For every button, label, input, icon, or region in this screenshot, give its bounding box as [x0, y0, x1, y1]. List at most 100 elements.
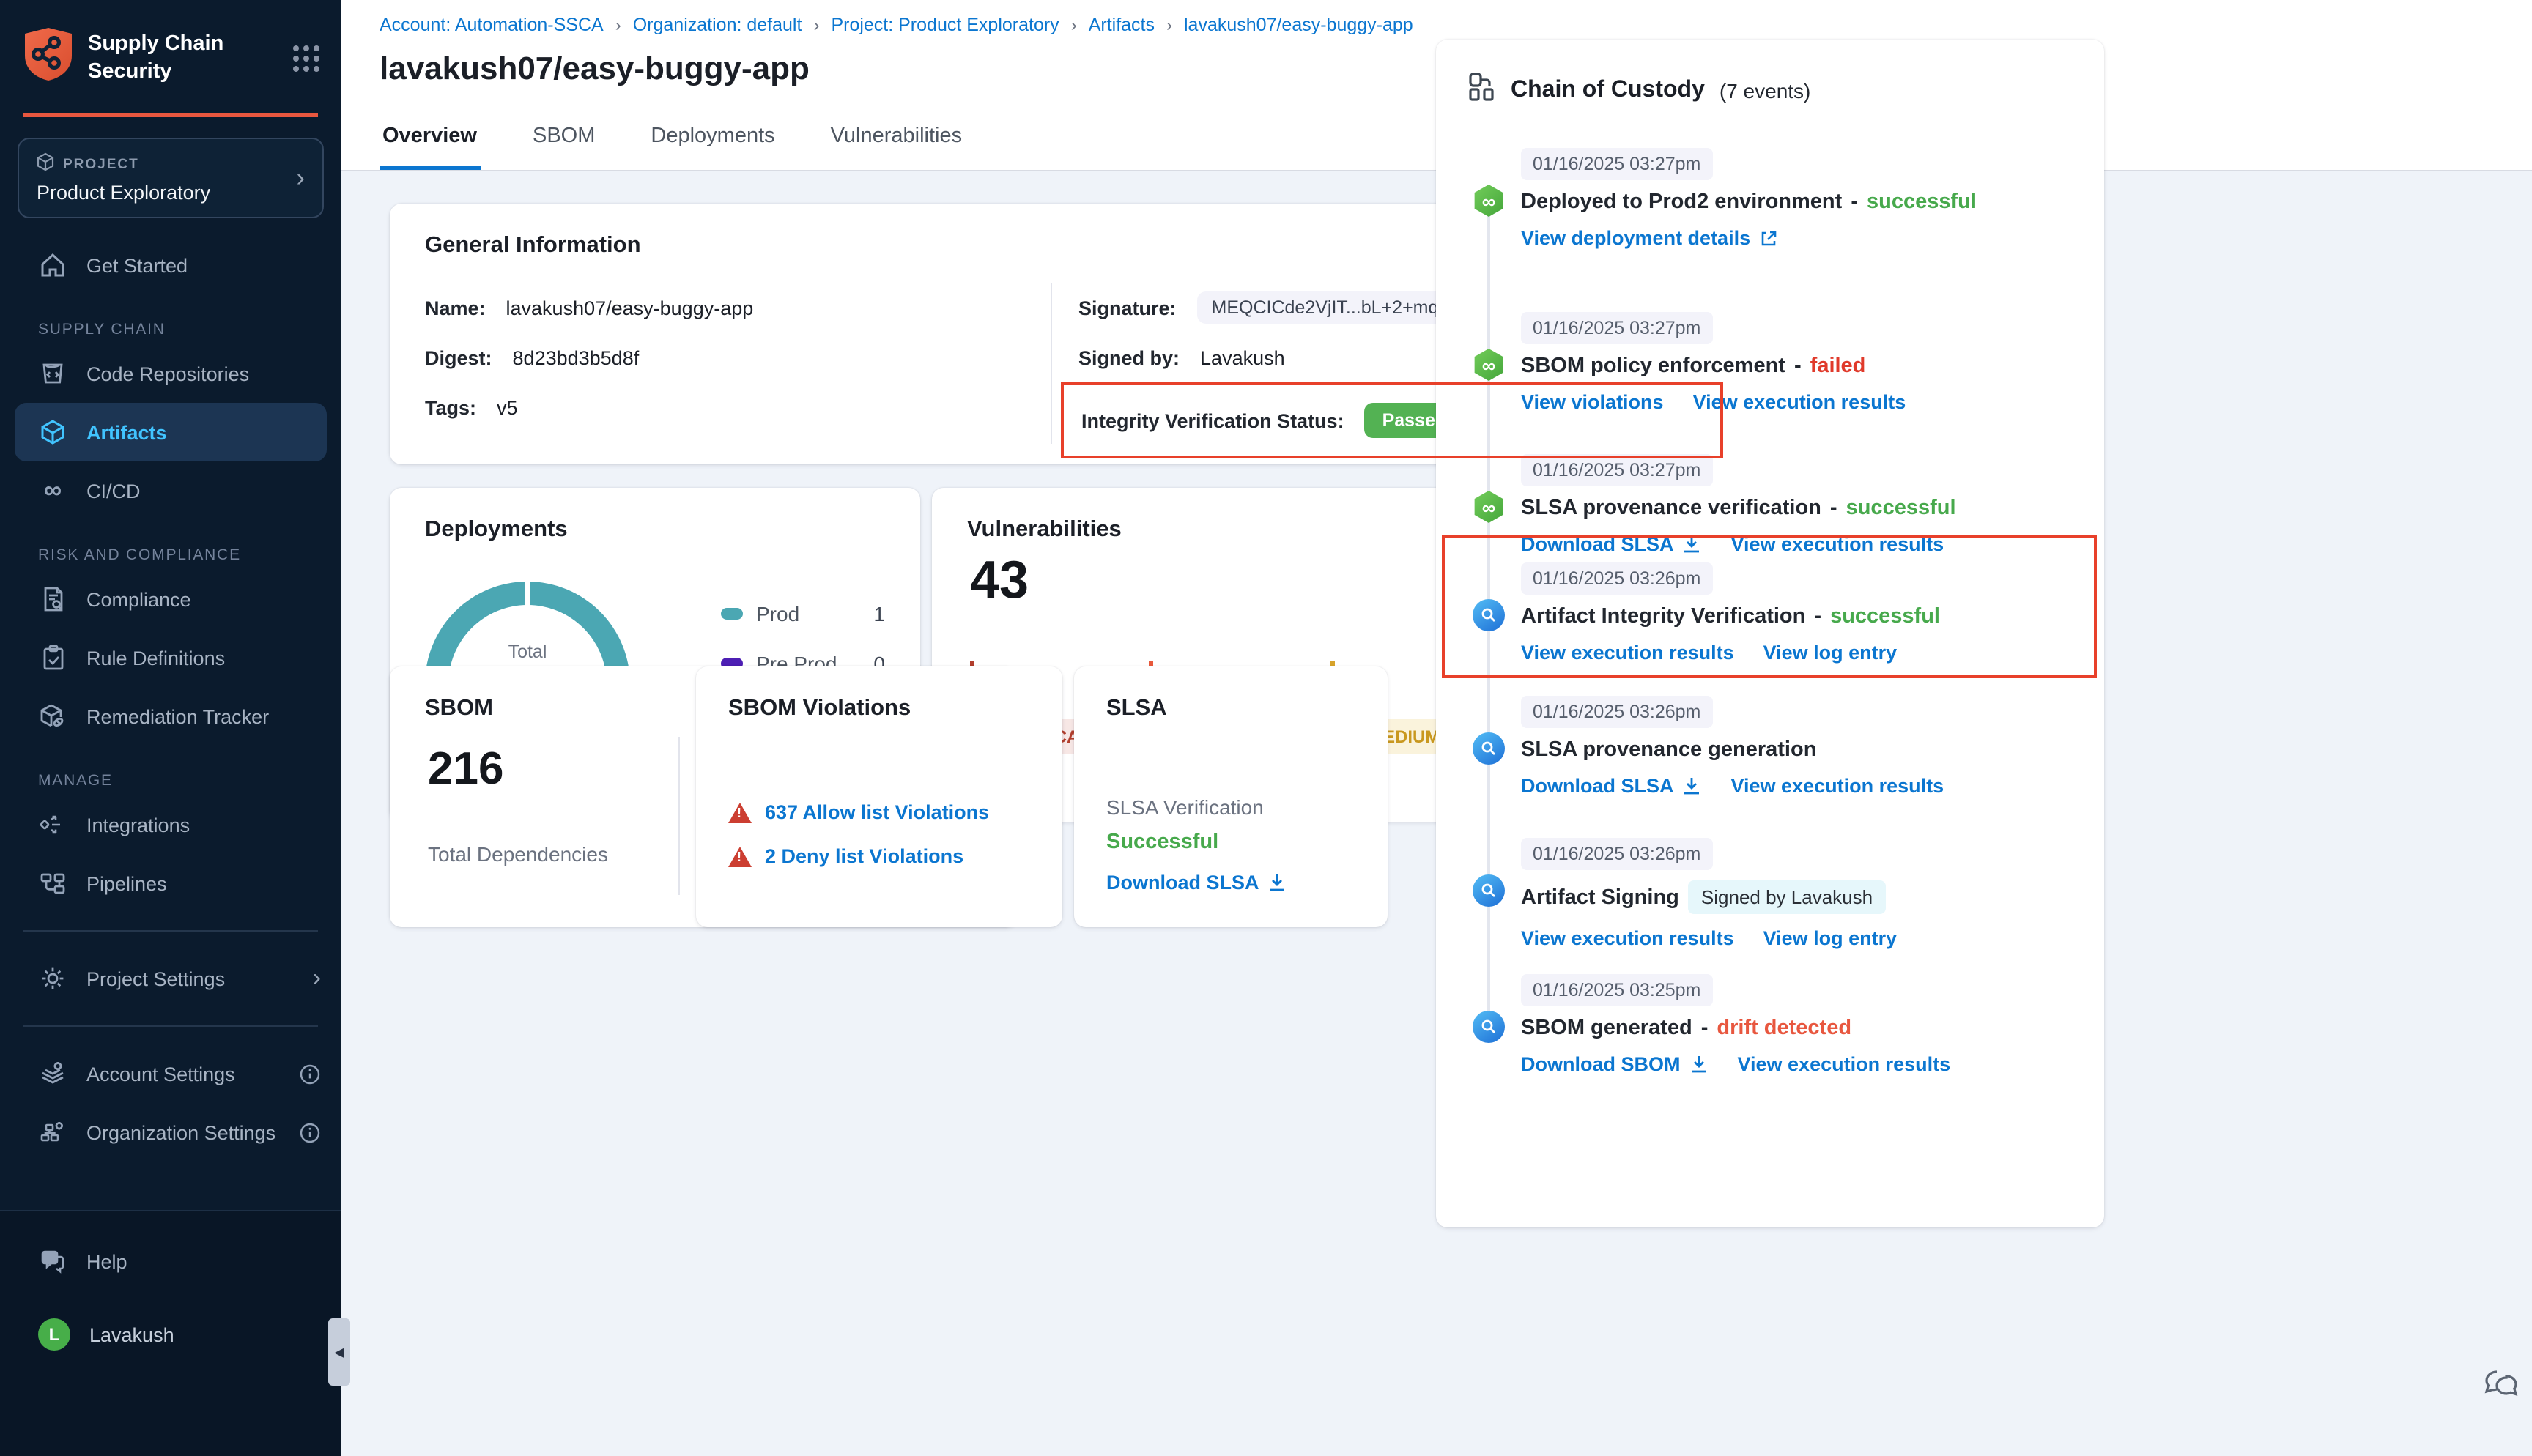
project-selector-label: PROJECT: [63, 156, 139, 172]
vulnerabilities-total: 43: [970, 549, 1029, 611]
breadcrumb-project[interactable]: Project: Product Exploratory: [831, 15, 1059, 35]
card-title: Deployments: [425, 517, 568, 543]
sidebar-item-organization-settings[interactable]: Organization Settings: [0, 1103, 341, 1162]
view-execution-results-link[interactable]: View execution results: [1738, 1053, 1951, 1075]
layers-gear-icon: [38, 1061, 67, 1087]
download-slsa-link[interactable]: Download SLSA: [1521, 775, 1702, 797]
info-icon[interactable]: [299, 1063, 321, 1085]
event-status: drift detected: [1717, 1017, 1851, 1040]
sidebar-item-code-repositories[interactable]: Code Repositories: [0, 344, 341, 403]
info-icon[interactable]: [299, 1121, 321, 1143]
sidebar-item-integrations[interactable]: Integrations: [0, 795, 341, 854]
view-violations-link[interactable]: View violations: [1521, 391, 1664, 413]
event-status: failed: [1810, 354, 1866, 378]
tab-vulnerabilities[interactable]: Vulnerabilities: [828, 110, 965, 170]
breadcrumb-separator: ›: [615, 15, 621, 35]
chain-of-custody-icon: [1468, 72, 1496, 110]
sidebar-nav: Get Started SUPPLY CHAIN Code Repositori…: [0, 236, 341, 1162]
chain-event: 01/16/2025 03:25pm SBOM generated-drift …: [1471, 974, 2084, 1075]
download-icon: [1683, 535, 1702, 554]
name-label: Name:: [425, 297, 486, 319]
project-selector-value: Product Exploratory: [37, 182, 297, 204]
document-search-icon: [38, 586, 67, 612]
sidebar-item-get-started[interactable]: Get Started: [0, 236, 341, 294]
digest-value: 8d23bd3b5d8f: [513, 347, 640, 369]
sidebar-item-cicd[interactable]: ∞ CI/CD: [0, 461, 341, 520]
download-sbom-link[interactable]: Download SBOM: [1521, 1053, 1709, 1075]
breadcrumb-separator: ›: [1166, 15, 1172, 35]
tab-sbom[interactable]: SBOM: [530, 110, 598, 170]
project-selector[interactable]: PROJECT Product Exploratory ›: [18, 138, 324, 218]
deployments-legend: Prod 1 Pre Prod 0: [721, 602, 885, 675]
view-execution-results-link[interactable]: View execution results: [1731, 533, 1944, 555]
download-icon: [1268, 873, 1287, 892]
sidebar-collapse-handle[interactable]: ◀: [328, 1318, 350, 1386]
pipelines-icon: [38, 870, 67, 896]
chain-event: ∞ 01/16/2025 03:27pm SBOM policy enforce…: [1471, 312, 2084, 413]
download-slsa-link[interactable]: Download SLSA: [1521, 533, 1702, 555]
sidebar-user[interactable]: L Lavakush: [0, 1305, 341, 1364]
breadcrumb-current[interactable]: lavakush07/easy-buggy-app: [1184, 15, 1413, 35]
view-deployment-details-link[interactable]: View deployment details: [1521, 227, 1777, 249]
view-execution-results-link[interactable]: View execution results: [1731, 775, 1944, 797]
integrations-icon: [38, 811, 67, 838]
signed-by-badge: Signed by Lavakush: [1688, 880, 1886, 914]
view-execution-results-link[interactable]: View execution results: [1521, 642, 1734, 664]
app-window: Supply ChainSecurity PROJECT Product Exp…: [0, 0, 2532, 1456]
breadcrumb-separator: ›: [1071, 15, 1077, 35]
infinity-icon: ∞: [38, 476, 67, 505]
event-title: SLSA provenance verification: [1521, 497, 1821, 520]
download-slsa-link[interactable]: Download SLSA: [1106, 872, 1287, 894]
sidebar-item-pipelines[interactable]: Pipelines: [0, 854, 341, 913]
deny-list-violations-link[interactable]: 2 Deny list Violations: [765, 845, 963, 867]
chain-of-custody-title: Chain of Custody: [1511, 78, 1705, 104]
chain-event: ∞ 01/16/2025 03:27pm SLSA provenance ver…: [1471, 454, 2084, 555]
sidebar-divider: [23, 1025, 318, 1027]
breadcrumb-account[interactable]: Account: Automation-SSCA: [380, 15, 604, 35]
view-execution-results-link[interactable]: View execution results: [1693, 391, 1906, 413]
tab-deployments[interactable]: Deployments: [648, 110, 777, 170]
scan-magnifier-icon: [1473, 1011, 1505, 1043]
event-timestamp: 01/16/2025 03:26pm: [1521, 562, 1712, 595]
view-execution-results-link[interactable]: View execution results: [1521, 927, 1734, 949]
warning-triangle-icon: [728, 846, 752, 866]
event-timestamp: 01/16/2025 03:26pm: [1521, 696, 1712, 728]
chain-of-custody-count: (7 events): [1720, 79, 1811, 103]
pipeline-hexagon-icon: ∞: [1473, 491, 1505, 523]
event-title: SBOM generated: [1521, 1017, 1692, 1040]
sidebar-item-compliance[interactable]: Compliance: [0, 570, 341, 628]
event-title: Artifact Integrity Verification: [1521, 605, 1805, 628]
card-divider: [678, 737, 680, 895]
sidebar-item-help[interactable]: ? Help: [0, 1232, 341, 1290]
slsa-verification-label: SLSA Verification: [1106, 795, 1264, 819]
breadcrumb-organization[interactable]: Organization: default: [633, 15, 802, 35]
breadcrumb-artifacts[interactable]: Artifacts: [1089, 15, 1155, 35]
support-chat-icon[interactable]: [2482, 1367, 2522, 1411]
sidebar-item-rule-definitions[interactable]: Rule Definitions: [0, 628, 341, 687]
event-title: SBOM policy enforcement: [1521, 354, 1785, 378]
chevron-right-icon: ›: [313, 964, 321, 993]
card-title: SLSA: [1106, 696, 1167, 722]
signed-by-value: Lavakush: [1200, 347, 1285, 369]
view-log-entry-link[interactable]: View log entry: [1763, 642, 1898, 664]
sidebar-item-project-settings[interactable]: Project Settings ›: [0, 949, 341, 1008]
allow-list-violations-link[interactable]: 637 Allow list Violations: [765, 801, 989, 823]
view-log-entry-link[interactable]: View log entry: [1763, 927, 1898, 949]
app-switcher-grid-icon[interactable]: [292, 43, 321, 73]
sidebar-item-remediation-tracker[interactable]: Remediation Tracker: [0, 687, 341, 746]
chain-of-custody-panel: Chain of Custody (7 events) ∞ 01/16/2025…: [1436, 40, 2104, 1227]
scan-magnifier-icon: [1473, 732, 1505, 765]
event-title: Deployed to Prod2 environment: [1521, 190, 1842, 214]
event-timestamp: 01/16/2025 03:27pm: [1521, 312, 1712, 344]
scan-magnifier-icon: [1473, 599, 1505, 631]
app-logo: Supply ChainSecurity: [0, 0, 341, 107]
sidebar-divider: [23, 930, 318, 932]
event-status: successful: [1846, 497, 1956, 520]
nav-section-manage: MANAGE: [38, 772, 341, 790]
prod-swatch: [721, 608, 743, 620]
sidebar-item-account-settings[interactable]: Account Settings: [0, 1044, 341, 1103]
chain-event: 01/16/2025 03:26pm SLSA provenance gener…: [1471, 696, 2084, 797]
sidebar-item-artifacts[interactable]: Artifacts: [15, 403, 327, 461]
signed-by-label: Signed by:: [1078, 347, 1180, 369]
tab-overview[interactable]: Overview: [380, 110, 480, 170]
